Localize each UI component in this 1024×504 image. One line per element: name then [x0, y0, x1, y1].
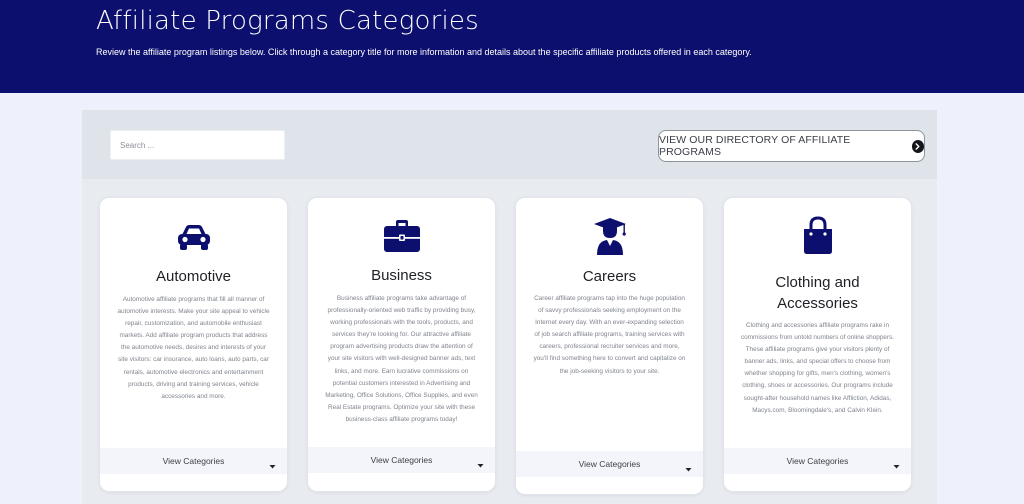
chevron-down-icon: [269, 457, 276, 475]
view-categories-label: View Categories: [786, 456, 849, 466]
chevron-down-icon: [477, 456, 484, 474]
view-categories-dropdown[interactable]: View Categories: [516, 451, 703, 477]
chevron-down-icon: [893, 457, 900, 475]
page-subtitle: Review the affiliate program listings be…: [96, 47, 752, 57]
card-description: Career affiliate programs tap into the h…: [533, 295, 686, 375]
view-categories-dropdown[interactable]: View Categories: [308, 447, 495, 473]
card-description: Clothing and accessories affiliate progr…: [740, 322, 895, 414]
view-categories-dropdown[interactable]: View Categories: [724, 448, 911, 474]
card-title[interactable]: Automotive: [100, 266, 287, 287]
category-card-business: Business Business affiliate programs tak…: [307, 197, 496, 492]
car-icon: [175, 222, 213, 257]
card-title[interactable]: Clothing and Accessories: [724, 272, 911, 314]
arrow-right-icon: [911, 139, 924, 153]
chevron-down-icon: [685, 460, 692, 478]
graduate-icon: [592, 216, 628, 261]
card-description: Business affiliate programs take advanta…: [325, 295, 478, 423]
briefcase-icon: [382, 218, 422, 259]
directory-button[interactable]: VIEW OUR DIRECTORY OF AFFILIATE PROGRAMS: [658, 130, 925, 162]
category-card-careers: Careers Career affiliate programs tap in…: [515, 197, 704, 495]
page-header: Affiliate Programs Categories Review the…: [0, 0, 1024, 93]
view-categories-label: View Categories: [578, 459, 641, 469]
view-categories-label: View Categories: [370, 455, 433, 465]
directory-button-label: VIEW OUR DIRECTORY OF AFFILIATE PROGRAMS: [659, 134, 851, 158]
category-card-clothing-and-accessories: Clothing and Accessories Clothing and ac…: [723, 197, 912, 492]
category-card-automotive: Automotive Automotive affiliate programs…: [99, 197, 288, 492]
card-title[interactable]: Business: [308, 265, 495, 286]
page-title: Affiliate Programs Categories: [96, 6, 479, 36]
shopping-bag-icon: [801, 216, 835, 261]
search-input[interactable]: [110, 130, 285, 160]
view-categories-label: View Categories: [162, 456, 225, 466]
card-description: Automotive affiliate programs that fill …: [117, 296, 270, 400]
card-title[interactable]: Careers: [516, 266, 703, 287]
view-categories-dropdown[interactable]: View Categories: [100, 448, 287, 474]
